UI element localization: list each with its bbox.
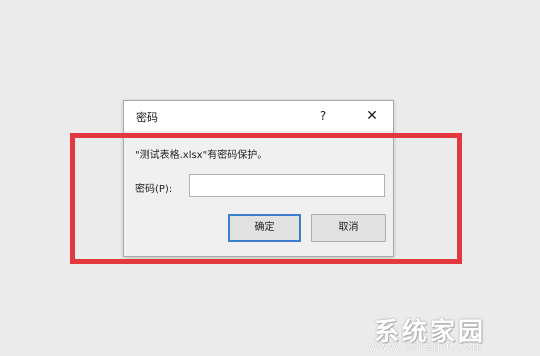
close-button[interactable]: ✕ — [359, 103, 385, 129]
password-dialog: 密码 ? ✕ "测试表格.xlsx"有密码保护。 密码(P): 确定 取消 — [123, 100, 394, 257]
protection-message: "测试表格.xlsx"有密码保护。 — [135, 150, 268, 161]
watermark-url: www.boledir.com — [368, 340, 485, 353]
password-input[interactable] — [189, 174, 385, 197]
site-watermark: 系统家园 www.boledir.com — [368, 312, 538, 354]
dialog-titlebar: 密码 ? ✕ — [124, 101, 393, 131]
ok-button[interactable]: 确定 — [228, 214, 301, 242]
help-button[interactable]: ? — [310, 103, 336, 129]
password-label: 密码(P): — [135, 184, 173, 195]
cancel-button[interactable]: 取消 — [311, 214, 386, 242]
dialog-title: 密码 — [136, 111, 158, 124]
